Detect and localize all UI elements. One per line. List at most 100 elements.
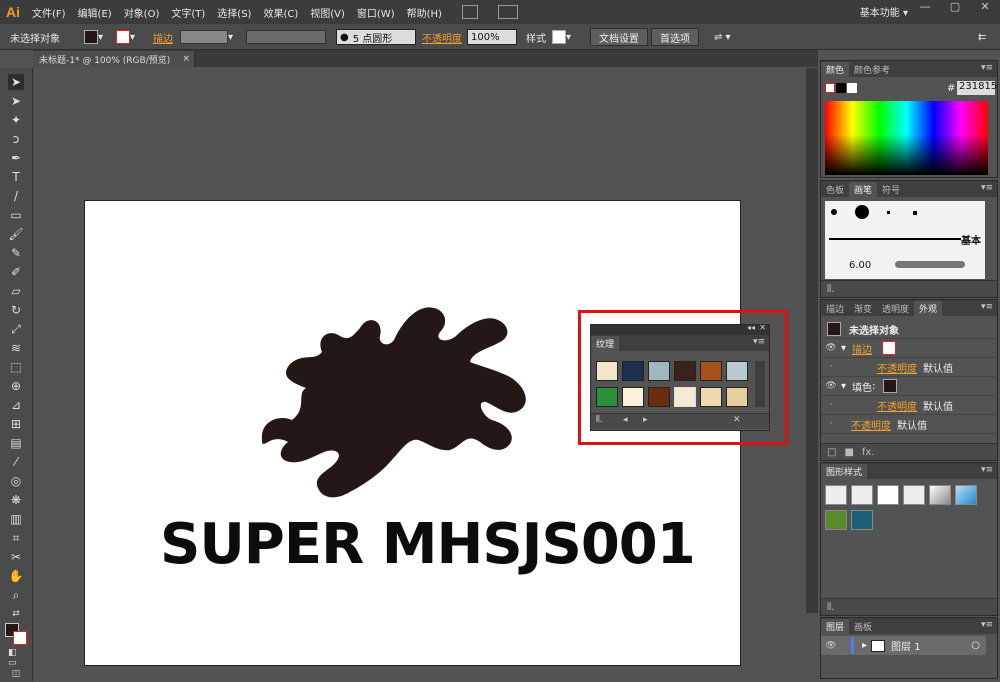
appearance-row-fill[interactable]: 👁 ▾ 填色: — [821, 377, 996, 396]
gradient-tool-icon[interactable]: ▤ — [8, 435, 24, 451]
add-fill-icon[interactable]: ■ — [844, 447, 853, 458]
eye-icon[interactable]: · — [821, 400, 841, 410]
eye-icon[interactable]: · — [821, 362, 841, 372]
hand-tool-icon[interactable]: ✋ — [8, 568, 24, 584]
brush-dot-small[interactable] — [831, 209, 837, 215]
slice-tool-icon[interactable]: ✂ — [8, 549, 24, 565]
texture-scrollbar[interactable] — [755, 361, 765, 407]
mesh-tool-icon[interactable]: ⊞ — [8, 416, 24, 432]
tab-appearance[interactable]: 外观 — [914, 301, 943, 316]
eye-icon[interactable]: 👁 — [821, 343, 841, 353]
brush-dot-large[interactable] — [855, 205, 869, 219]
stroke-swatch[interactable] — [882, 341, 897, 355]
type-tool-icon[interactable]: T — [8, 169, 24, 185]
texture-swatch-3[interactable] — [648, 361, 670, 381]
menu-window[interactable]: 窗口(W) — [351, 5, 401, 20]
texture-swatch-11[interactable] — [700, 387, 722, 407]
document-setup-button[interactable]: 文档设置 — [590, 28, 648, 46]
close-icon[interactable]: ✕ — [970, 0, 1000, 16]
magic-wand-tool-icon[interactable]: ✦ — [8, 112, 24, 128]
style-swatch[interactable]: ▾ — [552, 29, 571, 45]
tab-brushes[interactable]: 画笔 — [849, 182, 878, 197]
panel-menu-icon[interactable]: ▾≡ — [981, 620, 993, 630]
maximize-icon[interactable]: ▢ — [940, 0, 970, 16]
swap-fill-stroke-icon[interactable]: ⇄ — [8, 606, 24, 622]
close-tab-icon[interactable]: × — [182, 54, 190, 64]
free-transform-tool-icon[interactable]: ⬚ — [8, 359, 24, 375]
panel-menu-icon[interactable]: ▾≡ — [981, 465, 993, 475]
style-blue-gradient[interactable] — [955, 485, 977, 505]
pen-tool-icon[interactable]: ✒ — [8, 150, 24, 166]
collapse-icon[interactable]: ◂◂ — [747, 323, 755, 332]
panel-menu-icon[interactable]: ⇇ — [978, 29, 986, 45]
style-blue-texture[interactable] — [851, 510, 873, 530]
rotate-tool-icon[interactable]: ↻ — [8, 302, 24, 318]
line-tool-icon[interactable]: / — [8, 188, 24, 204]
expand-icon[interactable]: ▸ — [862, 640, 867, 651]
panel-menu-icon[interactable]: ▾≡ — [981, 63, 993, 73]
blob-brush-tool-icon[interactable]: ✐ — [8, 264, 24, 280]
texture-swatch-7[interactable] — [596, 387, 618, 407]
brush-basic-line[interactable] — [829, 238, 961, 240]
menu-select[interactable]: 选择(S) — [211, 5, 257, 20]
workspace-switcher[interactable]: 基本功能 ▾ — [860, 4, 908, 19]
blend-tool-icon[interactable]: ◎ — [8, 473, 24, 489]
texture-swatch-10[interactable] — [674, 387, 696, 407]
panel-titlebar[interactable]: ◂◂ ✕ — [591, 323, 769, 335]
appearance-row-fill-opacity[interactable]: · 不透明度 默认值 — [821, 396, 996, 415]
panel-menu-icon[interactable]: ▾≡ — [753, 337, 765, 347]
color-mode-icon[interactable]: ◧ ▭ — [8, 648, 24, 668]
column-graph-tool-icon[interactable]: ▥ — [8, 511, 24, 527]
menu-help[interactable]: 帮助(H) — [401, 5, 448, 20]
splat-shape[interactable] — [250, 292, 550, 502]
pencil-tool-icon[interactable]: ✎ — [8, 245, 24, 261]
appearance-row-stroke[interactable]: 👁 ▾ 描边 — [821, 339, 996, 358]
arrange-icon[interactable]: ⇌ ▾ — [714, 29, 731, 45]
next-library-icon[interactable]: ▸ — [643, 415, 648, 425]
opacity-link[interactable]: 不透明度 — [422, 29, 462, 45]
tab-color-guide[interactable]: 颜色参考 — [849, 62, 895, 77]
tab-color[interactable]: 颜色 — [821, 62, 850, 77]
texture-swatch-5[interactable] — [700, 361, 722, 381]
style-white[interactable] — [877, 485, 899, 505]
warp-tool-icon[interactable]: ≋ — [8, 340, 24, 356]
black-swatch[interactable] — [836, 83, 846, 93]
eyedropper-tool-icon[interactable]: ⁄ — [8, 454, 24, 470]
style-gray-gradient[interactable] — [929, 485, 951, 505]
preferences-button[interactable]: 首选项 — [651, 28, 699, 46]
stroke-weight-field[interactable]: ▾ — [180, 29, 233, 45]
style-none[interactable] — [903, 485, 925, 505]
minimize-icon[interactable]: — — [910, 0, 940, 16]
panel-menu-icon[interactable]: ▾≡ — [981, 302, 993, 312]
menu-type[interactable]: 文字(T) — [165, 5, 211, 20]
perspective-grid-tool-icon[interactable]: ⊿ — [8, 397, 24, 413]
tab-artboards[interactable]: 画板 — [849, 619, 877, 634]
tab-graphic-styles[interactable]: 图形样式 — [821, 464, 868, 479]
close-panel-icon[interactable]: ✕ — [759, 323, 766, 332]
panel-menu-icon[interactable]: ▾≡ — [981, 183, 993, 193]
tab-symbols[interactable]: 符号 — [877, 182, 905, 197]
brush-library-icon[interactable]: ⫴. — [827, 284, 834, 295]
stroke-link[interactable]: 描边 — [153, 29, 173, 45]
texture-swatch-9[interactable] — [648, 387, 670, 407]
variable-width-dropdown[interactable] — [246, 29, 326, 45]
texture-swatch-4[interactable] — [674, 361, 696, 381]
texture-swatch-1[interactable] — [596, 361, 618, 381]
layer-target-icon[interactable]: ○ — [971, 640, 980, 651]
eye-icon[interactable]: 👁 — [821, 381, 841, 391]
eye-icon[interactable]: · — [821, 419, 841, 429]
paintbrush-tool-icon[interactable]: 🖌 — [8, 226, 24, 242]
texture-swatch-8[interactable] — [622, 387, 644, 407]
break-link-icon[interactable]: ✕ — [733, 415, 741, 425]
stroke-swatch[interactable]: ▾ — [116, 29, 135, 45]
bridge-icon[interactable] — [461, 5, 478, 19]
menu-view[interactable]: 视图(V) — [304, 5, 351, 20]
zoom-tool-icon[interactable]: ⌕ — [8, 587, 24, 603]
appearance-row-opacity[interactable]: · 不透明度 默认值 — [821, 415, 996, 434]
tab-stroke[interactable]: 描边 — [821, 301, 849, 316]
white-swatch[interactable] — [847, 83, 857, 93]
texture-swatch-12[interactable] — [726, 387, 748, 407]
symbol-sprayer-tool-icon[interactable]: ❋ — [8, 492, 24, 508]
artboard-tool-icon[interactable]: ⌗ — [8, 530, 24, 546]
arrange-documents-icon[interactable] — [497, 5, 518, 19]
